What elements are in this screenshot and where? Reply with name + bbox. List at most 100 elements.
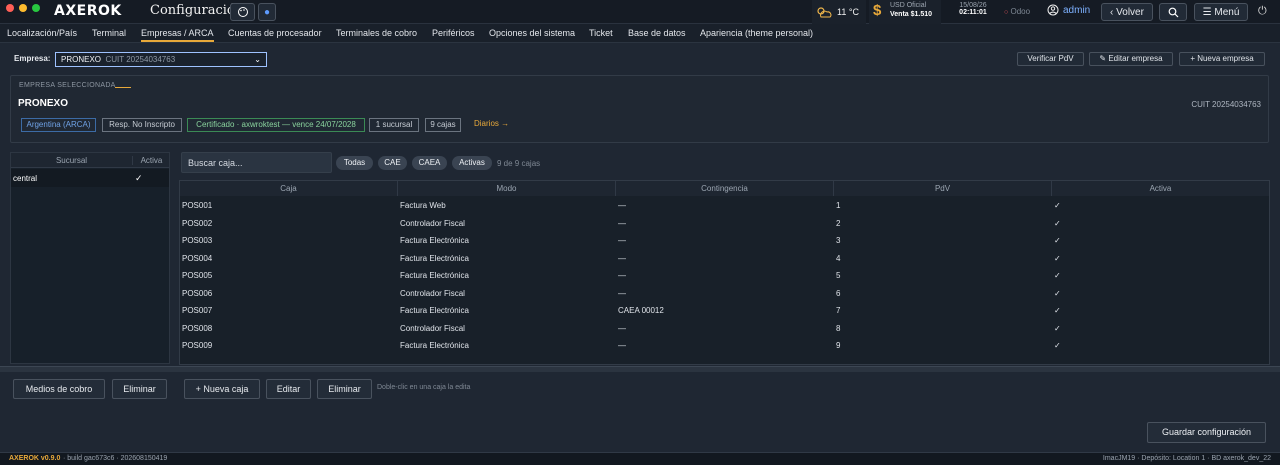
table-row[interactable]: POS005 Factura Electrónica — 5 ✓ — [180, 267, 1269, 284]
back-label: Volver — [1116, 6, 1144, 18]
status-bar: AXEROK v0.9.0 · build gac673c6 · 2026081… — [0, 452, 1280, 465]
caja-column-header[interactable]: Caja — [180, 181, 398, 196]
register-count: 9 de 9 cajas — [497, 159, 541, 168]
filter-active-chip[interactable]: Activas — [452, 156, 492, 170]
user-circle-icon — [1047, 4, 1059, 16]
modo-cell: Factura Electrónica — [400, 306, 469, 315]
branch-active-check: ✓ — [135, 173, 143, 183]
tab-localizacion[interactable]: Localización/País — [7, 24, 77, 42]
tab-base-datos[interactable]: Base de datos — [628, 24, 686, 42]
current-date: 15/08/26 — [959, 2, 987, 9]
weather-widget: 11 °C — [812, 0, 866, 24]
delete-register-button[interactable]: Eliminar — [317, 379, 372, 399]
settings-tabs: Localización/País Terminal Empresas / AR… — [0, 24, 1280, 43]
caption-accent-line — [115, 87, 131, 88]
palette-button[interactable] — [230, 3, 255, 21]
table-row[interactable]: POS006 Controlador Fiscal — 6 ✓ — [180, 285, 1269, 302]
delete-branch-button[interactable]: Eliminar — [112, 379, 167, 399]
pdv-cell: 2 — [836, 218, 841, 228]
register-search-input[interactable]: Buscar caja... — [181, 152, 332, 173]
user-menu[interactable]: admin — [1047, 4, 1090, 16]
edit-company-button[interactable]: ✎ Editar empresa — [1089, 52, 1173, 66]
build-info: · build gac673c6 · 202608150419 — [63, 455, 168, 462]
pdv-cell: 8 — [836, 323, 841, 333]
search-button[interactable] — [1159, 3, 1187, 21]
machine-info: ImacJM19 · Depósito: Location 1 · BD axe… — [1102, 455, 1271, 462]
tab-terminal[interactable]: Terminal — [92, 24, 126, 42]
power-icon[interactable]: ⏻ — [1258, 5, 1267, 18]
caja-cell: POS002 — [182, 218, 213, 228]
dollar-icon: $ — [873, 2, 882, 19]
table-row[interactable]: POS008 Controlador Fiscal — 8 ✓ — [180, 320, 1269, 337]
table-row[interactable]: POS002 Controlador Fiscal — 2 ✓ — [180, 215, 1269, 232]
contingency-column-header[interactable]: Contingencia — [616, 181, 834, 196]
filter-cae-chip[interactable]: CAE — [378, 156, 407, 170]
active-cell: ✓ — [1054, 218, 1061, 228]
table-row[interactable]: POS001 Factura Web — 1 ✓ — [180, 197, 1269, 214]
tab-terminales-cobro[interactable]: Terminales de cobro — [336, 24, 417, 42]
back-button[interactable]: ‹ Volver — [1101, 3, 1153, 21]
contingency-cell: — — [618, 341, 626, 350]
active-cell: ✓ — [1054, 341, 1061, 350]
country-chip: Argentina (ARCA) — [21, 118, 96, 132]
modo-cell: Factura Electrónica — [400, 341, 469, 350]
selected-company-card: EMPRESA SELECCIONADA PRONEXO CUIT 202540… — [10, 75, 1269, 143]
caja-cell: POS007 — [182, 306, 213, 315]
tab-apariencia[interactable]: Apariencia (theme personal) — [700, 24, 813, 42]
weather-temperature: 11 °C — [837, 7, 859, 17]
modo-column-header[interactable]: Modo — [398, 181, 616, 196]
splitter[interactable] — [0, 366, 1280, 372]
diarios-link[interactable]: Diarios → — [474, 119, 509, 128]
cloud-sun-icon — [817, 7, 832, 18]
register-count-chip: 9 cajas — [425, 118, 461, 132]
table-row[interactable]: POS003 Factura Electrónica — 3 ✓ — [180, 232, 1269, 249]
active-cell: ✓ — [1054, 323, 1061, 333]
menu-button[interactable]: ☰ Menú — [1194, 3, 1248, 21]
status-dot-button[interactable]: ● — [258, 3, 276, 21]
hamburger-icon: ☰ — [1202, 6, 1212, 18]
active-cell: ✓ — [1054, 306, 1061, 315]
contingency-cell: — — [618, 323, 626, 333]
save-config-button[interactable]: Guardar configuración — [1147, 422, 1266, 443]
new-register-button[interactable]: + Nueva caja — [184, 379, 260, 399]
table-row[interactable]: POS009 Factura Electrónica — 9 ✓ — [180, 337, 1269, 354]
contingency-cell: CAEA 00012 — [618, 306, 664, 315]
filter-caea-chip[interactable]: CAEA — [412, 156, 447, 170]
verify-pdv-button[interactable]: Verificar PdV — [1017, 52, 1084, 66]
minimize-window-button[interactable] — [19, 4, 27, 12]
usd-rate-widget: $ USD Oficial Venta $1.510 — [869, 0, 941, 24]
tab-empresas-arca[interactable]: Empresas / ARCA — [141, 24, 214, 42]
menu-label: Menú — [1214, 6, 1240, 18]
tab-ticket[interactable]: Ticket — [589, 24, 613, 42]
active-column-header[interactable]: Activa — [1052, 181, 1269, 196]
modo-cell: Controlador Fiscal — [400, 218, 465, 228]
registers-table: Caja Modo Contingencia PdV Activa POS001… — [179, 180, 1270, 365]
pdv-cell: 1 — [836, 201, 841, 210]
zoom-window-button[interactable] — [32, 4, 40, 12]
close-window-button[interactable] — [6, 4, 14, 12]
tab-perifericos[interactable]: Periféricos — [432, 24, 475, 42]
tab-opciones-sistema[interactable]: Opciones del sistema — [489, 24, 575, 42]
payment-methods-button[interactable]: Medios de cobro — [13, 379, 105, 399]
modo-cell: Factura Electrónica — [400, 271, 469, 280]
company-select[interactable]: PRONEXO CUIT 20254034763 ⌄ — [55, 52, 267, 67]
pdv-column-header[interactable]: PdV — [834, 181, 1052, 196]
table-row[interactable]: POS007 Factura Electrónica CAEA 00012 7 ✓ — [180, 302, 1269, 319]
table-row[interactable]: POS004 Factura Electrónica — 4 ✓ — [180, 250, 1269, 267]
tab-cuentas-procesador[interactable]: Cuentas de procesador — [228, 24, 322, 42]
edit-register-button[interactable]: Editar — [266, 379, 311, 399]
new-company-button[interactable]: + Nueva empresa — [1179, 52, 1265, 66]
modo-cell: Factura Electrónica — [400, 253, 469, 263]
palette-icon — [237, 7, 248, 17]
search-icon — [1168, 7, 1178, 17]
empresa-label: Empresa: — [14, 54, 51, 63]
caja-cell: POS009 — [182, 341, 213, 350]
caja-cell: POS003 — [182, 236, 213, 245]
filter-all-chip[interactable]: Todas — [336, 156, 373, 170]
window-controls — [6, 4, 40, 12]
branch-count-chip: 1 sucursal — [369, 118, 419, 132]
pdv-cell: 5 — [836, 271, 841, 280]
tax-status-chip: Resp. No Inscripto — [102, 118, 182, 132]
search-placeholder: Buscar caja... — [188, 158, 243, 168]
branch-row[interactable]: central ✓ — [11, 169, 169, 187]
